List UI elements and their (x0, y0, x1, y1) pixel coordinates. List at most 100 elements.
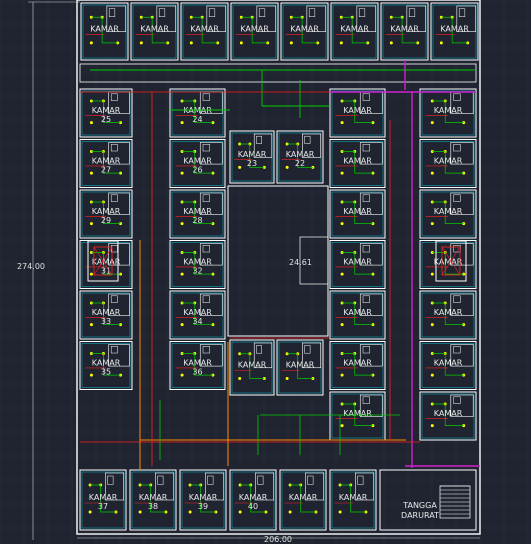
light-fixture (89, 41, 93, 45)
dimension-courtyard: 24.61 (289, 236, 329, 285)
room-label: KAMAR (189, 493, 218, 502)
room-number: 33 (101, 317, 111, 326)
room-label: KAMAR (286, 150, 315, 159)
room-right-inner-1: KAMAR (329, 139, 386, 188)
room-bottom-5: KAMAR (329, 469, 377, 531)
floor-plan-drawing: KAMAR KAMAR KAMAR KAMAR KAMAR KAMAR KAMAR KAMAR… (0, 0, 531, 544)
light-fixture (340, 171, 344, 175)
room-number: 27 (101, 166, 111, 175)
light-fixture (180, 373, 184, 377)
room-right-inner-2: KAMAR (329, 189, 386, 239)
room-top-4: KAMAR (280, 2, 329, 61)
room-left-inner-5: KAMAR36 (169, 341, 226, 390)
light-fixture (89, 323, 93, 327)
light-fixture (180, 323, 184, 327)
room-label: KAMAR (434, 106, 463, 115)
light-fixture (180, 272, 184, 276)
light-fixture (285, 165, 289, 169)
light-fixture (430, 373, 434, 377)
light-fixture (188, 510, 192, 514)
room-left-inner-0: KAMAR24 (169, 88, 226, 138)
light-fixture (340, 121, 344, 125)
room-label: KAMAR (434, 207, 463, 216)
light-fixture (430, 272, 434, 276)
light-fixture (139, 41, 143, 45)
light-fixture (289, 41, 293, 45)
room-label: KAMAR (183, 207, 212, 216)
room-label: KAMAR (89, 493, 118, 502)
room-top-2: KAMAR (180, 2, 229, 61)
room-label: KAMAR (238, 150, 267, 159)
light-fixture (189, 41, 193, 45)
light-fixture (89, 171, 93, 175)
room-left-outer-1: KAMAR27 (79, 139, 133, 188)
light-fixture (239, 41, 243, 45)
room-label: KAMAR (90, 25, 119, 34)
corridor-lighting-line (90, 69, 476, 118)
room-label: KAMAR (434, 308, 463, 317)
room-label: KAMAR (289, 493, 318, 502)
room-left-inner-1: KAMAR26 (169, 139, 226, 188)
room-label: KAMAR (190, 25, 219, 34)
room-label: KAMAR (139, 493, 168, 502)
room-label: KAMAR (343, 157, 372, 166)
room-right-inner-6: KAMAR (329, 391, 386, 441)
dimension-courtyard-label: 24.61 (289, 258, 312, 267)
room-court-top-0: KAMAR23 (229, 130, 275, 184)
dimension-overall-width: 206.00 (77, 535, 480, 544)
light-fixture (340, 222, 344, 226)
room-number: 29 (101, 216, 111, 225)
room-bottom-0: KAMAR37 (79, 469, 127, 531)
room-right-outer-4: KAMAR (419, 290, 477, 340)
room-number: 37 (98, 502, 108, 511)
room-number: 25 (101, 115, 111, 124)
room-court-bottom-0: KAMAR (229, 339, 275, 396)
light-fixture (285, 377, 289, 380)
stair-label-2: DARURAT (401, 511, 439, 520)
room-label: KAMAR (183, 106, 212, 115)
room-right-inner-3: KAMAR (329, 240, 386, 289)
room-label: KAMAR (92, 359, 121, 368)
light-fixture (430, 424, 434, 428)
room-right-outer-1: KAMAR (419, 139, 477, 188)
light-fixture (339, 41, 343, 45)
light-fixture (288, 510, 292, 514)
room-right-inner-5: KAMAR (329, 341, 386, 390)
room-label: KAMAR (343, 409, 372, 418)
room-label: KAMAR (290, 25, 319, 34)
room-left-inner-4: KAMAR34 (169, 290, 226, 340)
room-number: 32 (192, 267, 202, 276)
dimension-height-label: 274.00 (17, 262, 45, 271)
emergency-stair: TANGGADARURAT (379, 469, 477, 531)
room-label: KAMAR (183, 157, 212, 166)
light-fixture (340, 323, 344, 327)
room-label: KAMAR (92, 157, 121, 166)
light-fixture (88, 510, 92, 514)
room-top-3: KAMAR (230, 2, 279, 61)
light-fixture (389, 41, 393, 45)
room-number: 22 (295, 159, 305, 168)
light-fixture (238, 377, 242, 380)
room-layer: KAMAR KAMAR KAMAR KAMAR KAMAR KAMAR KAMAR KAMAR… (76, 0, 481, 535)
room-label: KAMAR (183, 308, 212, 317)
room-right-inner-0: KAMAR (329, 88, 386, 138)
light-fixture (89, 121, 93, 125)
room-label: KAMAR (434, 409, 463, 418)
room-label: KAMAR (343, 308, 372, 317)
room-label: KAMAR (140, 25, 169, 34)
light-fixture (89, 272, 93, 276)
light-fixture (89, 373, 93, 377)
room-left-outer-2: KAMAR29 (79, 189, 133, 239)
room-label: KAMAR (390, 25, 419, 34)
room-left-inner-2: KAMAR28 (169, 189, 226, 239)
light-fixture (340, 424, 344, 428)
room-number: 24 (192, 115, 202, 124)
room-bottom-4: KAMAR (279, 469, 327, 531)
room-left-outer-4: KAMAR33 (79, 290, 133, 340)
room-number: 40 (248, 502, 258, 511)
room-number: 34 (192, 317, 202, 326)
room-right-outer-6: KAMAR (419, 391, 477, 441)
room-label: KAMAR (92, 207, 121, 216)
room-label: KAMAR (440, 25, 469, 34)
room-top-7: KAMAR (430, 2, 479, 61)
